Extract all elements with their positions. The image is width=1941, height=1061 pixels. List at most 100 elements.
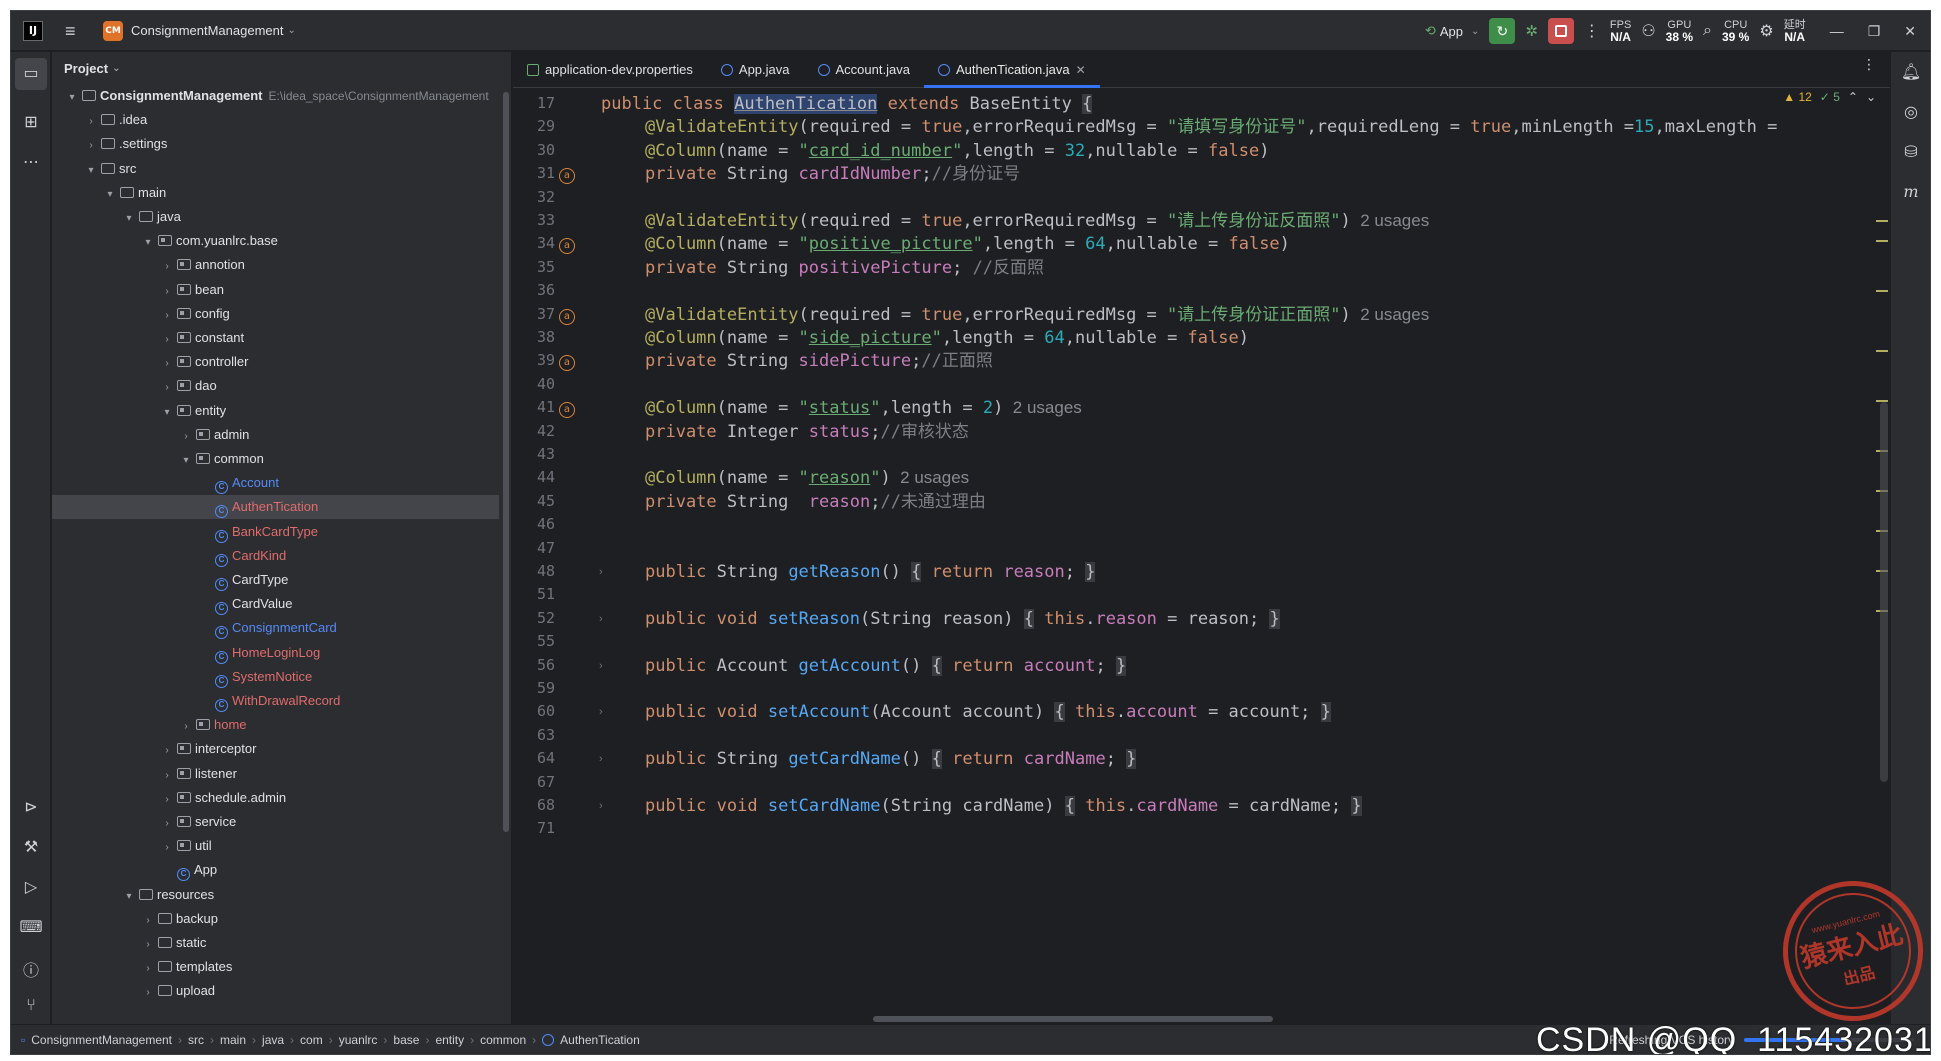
tree-folder-item[interactable]: › service (52, 810, 499, 834)
chevron-right-icon[interactable]: › (161, 328, 173, 352)
code-line[interactable]: public class AuthenTication extends Base… (601, 92, 1093, 116)
tree-folder-item[interactable]: › dao (52, 374, 499, 398)
structure-icon[interactable]: ⊞ (11, 112, 51, 132)
field-annotation-marker-icon[interactable]: a (559, 168, 575, 185)
services-icon[interactable]: ⊳ (11, 797, 51, 817)
chevron-right-icon[interactable]: › (161, 836, 173, 860)
code-line[interactable]: private String cardIdNumber;//身份证号 (645, 162, 1020, 186)
run-icon[interactable]: ▷ (11, 877, 51, 897)
chevron-right-icon[interactable]: › (85, 134, 97, 158)
chevron-down-icon[interactable]: ▾ (161, 401, 173, 425)
editor-vertical-scrollbar[interactable] (1880, 402, 1888, 782)
breadcrumb-item[interactable]: base (393, 1033, 419, 1047)
usages-hint[interactable]: 2 usages (1351, 305, 1429, 324)
chevron-right-icon[interactable]: › (180, 715, 192, 739)
code-line[interactable]: private String sidePicture;//正面照 (645, 349, 993, 373)
chevron-right-icon[interactable]: › (161, 376, 173, 400)
rerun-button[interactable]: ↻ (1489, 18, 1516, 44)
tree-folder-item[interactable]: › controller (52, 350, 499, 374)
tree-class-item[interactable]: C WithDrawalRecord (52, 689, 499, 713)
chevron-down-icon[interactable]: ▾ (180, 449, 192, 473)
maven-icon[interactable]: m (1891, 182, 1930, 201)
tree-folder-item[interactable]: › .idea (52, 108, 499, 132)
error-stripe-mark[interactable] (1876, 290, 1888, 292)
chevron-right-icon[interactable]: › (142, 909, 154, 933)
project-panel-header[interactable]: Project ⌄ (52, 52, 511, 84)
notifications-bell-icon[interactable]: 🔔︎ (1891, 62, 1930, 82)
code-line[interactable]: public Account getAccount() { return acc… (645, 654, 1127, 678)
tree-folder-item[interactable]: › backup (52, 907, 499, 931)
run-config-selector[interactable]: ⟲ App ⌄ (1425, 23, 1479, 39)
tree-folder-item[interactable]: › upload (52, 979, 499, 1003)
close-icon[interactable]: ✕ (1076, 52, 1086, 88)
tree-folder-item[interactable]: › annotion (52, 253, 499, 277)
tree-folder-item[interactable]: › util (52, 834, 499, 858)
main-menu-icon[interactable]: ≡ (65, 22, 83, 40)
tree-class-item[interactable]: C CardKind (52, 544, 499, 568)
tree-folder-item[interactable]: › config (52, 302, 499, 326)
code-line[interactable]: private String reason;//未通过理由 (645, 490, 986, 514)
tree-folder-item[interactable]: › constant (52, 326, 499, 350)
code-line[interactable]: @Column(name = "side_picture",length = 6… (645, 326, 1249, 350)
breadcrumb-item[interactable]: main (220, 1033, 246, 1047)
breadcrumb-item[interactable]: AuthenTication (560, 1033, 640, 1047)
problems-icon[interactable]: ⓘ (11, 957, 51, 981)
tree-folder-item[interactable]: › listener (52, 762, 499, 786)
code-line[interactable]: @ValidateEntity(required = true,errorReq… (645, 115, 1777, 139)
tree-folder-item[interactable]: ▾ main (52, 181, 499, 205)
account-icon[interactable]: ⚇ (1641, 21, 1655, 41)
usages-hint[interactable]: 2 usages (1351, 211, 1429, 230)
code-line[interactable]: public void setReason(String reason) { t… (645, 607, 1280, 631)
tree-scrollbar[interactable] (503, 92, 509, 832)
tree-folder-item[interactable]: ▾ ConsignmentManagement E:\idea_space\Cons… (52, 84, 499, 108)
editor-more-icon[interactable]: ⋮ (1862, 56, 1876, 73)
breadcrumb-item[interactable]: yuanlrc (339, 1033, 378, 1047)
breadcrumb-item[interactable]: common (480, 1033, 526, 1047)
code-line[interactable]: private String positivePicture; //反面照 (645, 256, 1044, 280)
chevron-down-icon[interactable]: ▾ (123, 885, 135, 909)
gear-icon[interactable]: ⚙ (1759, 21, 1773, 41)
editor-tab[interactable]: application-dev.properties (513, 52, 707, 88)
tree-folder-item[interactable]: ▾ src (52, 157, 499, 181)
tree-folder-item[interactable]: ▾ common (52, 447, 499, 471)
chevron-down-icon[interactable]: ▾ (104, 183, 116, 207)
chevron-right-icon[interactable]: › (161, 739, 173, 763)
chevron-right-icon[interactable]: › (161, 812, 173, 836)
tree-folder-item[interactable]: › static (52, 931, 499, 955)
tree-folder-item[interactable]: › bean (52, 278, 499, 302)
chevron-down-icon[interactable]: ▾ (66, 86, 78, 110)
tree-class-item[interactable]: C HomeLoginLog (52, 641, 499, 665)
project-switcher[interactable]: ConsignmentManagement (131, 23, 283, 38)
breadcrumb-item[interactable]: com (300, 1033, 323, 1047)
error-stripe-mark[interactable] (1876, 220, 1888, 222)
tree-folder-item[interactable]: ▾ com.yuanlrc.base (52, 229, 499, 253)
usages-hint[interactable]: 2 usages (1003, 398, 1082, 417)
code-line[interactable]: @Column(name = "card_id_number",length =… (645, 139, 1269, 163)
project-tool-folder-icon[interactable]: ▭ (15, 58, 47, 90)
git-icon[interactable]: ⑂ (11, 997, 51, 1015)
tree-folder-item[interactable]: › admin (52, 423, 499, 447)
code-line[interactable]: @ValidateEntity(required = true,errorReq… (645, 209, 1429, 233)
chevron-right-icon[interactable]: › (161, 280, 173, 304)
editor-tab[interactable]: App.java (707, 52, 804, 88)
chevron-right-icon[interactable]: › (161, 255, 173, 279)
chevron-down-icon[interactable]: ⌄ (287, 25, 295, 36)
usages-hint[interactable]: 2 usages (891, 468, 969, 487)
tree-folder-item[interactable]: ▾ entity (52, 399, 499, 423)
code-line[interactable]: public String getReason() { return reaso… (645, 560, 1096, 584)
close-icon[interactable]: ✕ (1904, 23, 1916, 40)
tree-class-item[interactable]: C CardType (52, 568, 499, 592)
code-line[interactable]: public String getCardName() { return car… (645, 747, 1137, 771)
search-icon[interactable]: ⌕ (1703, 22, 1712, 40)
tree-class-item[interactable]: C SystemNotice (52, 665, 499, 689)
chevron-down-icon[interactable]: ⌄ (112, 63, 120, 74)
error-stripe-mark[interactable] (1876, 350, 1888, 352)
field-annotation-marker-icon[interactable]: a (559, 355, 575, 372)
breadcrumb-item[interactable]: src (188, 1033, 204, 1047)
tree-folder-item[interactable]: ▾ resources (52, 883, 499, 907)
terminal-icon[interactable]: ⌨ (11, 917, 51, 937)
code-line[interactable]: public void setCardName(String cardName)… (645, 794, 1362, 818)
tree-folder-item[interactable]: ▾ java (52, 205, 499, 229)
breadcrumb-item[interactable]: entity (435, 1033, 464, 1047)
chevron-down-icon[interactable]: ▾ (142, 231, 154, 255)
